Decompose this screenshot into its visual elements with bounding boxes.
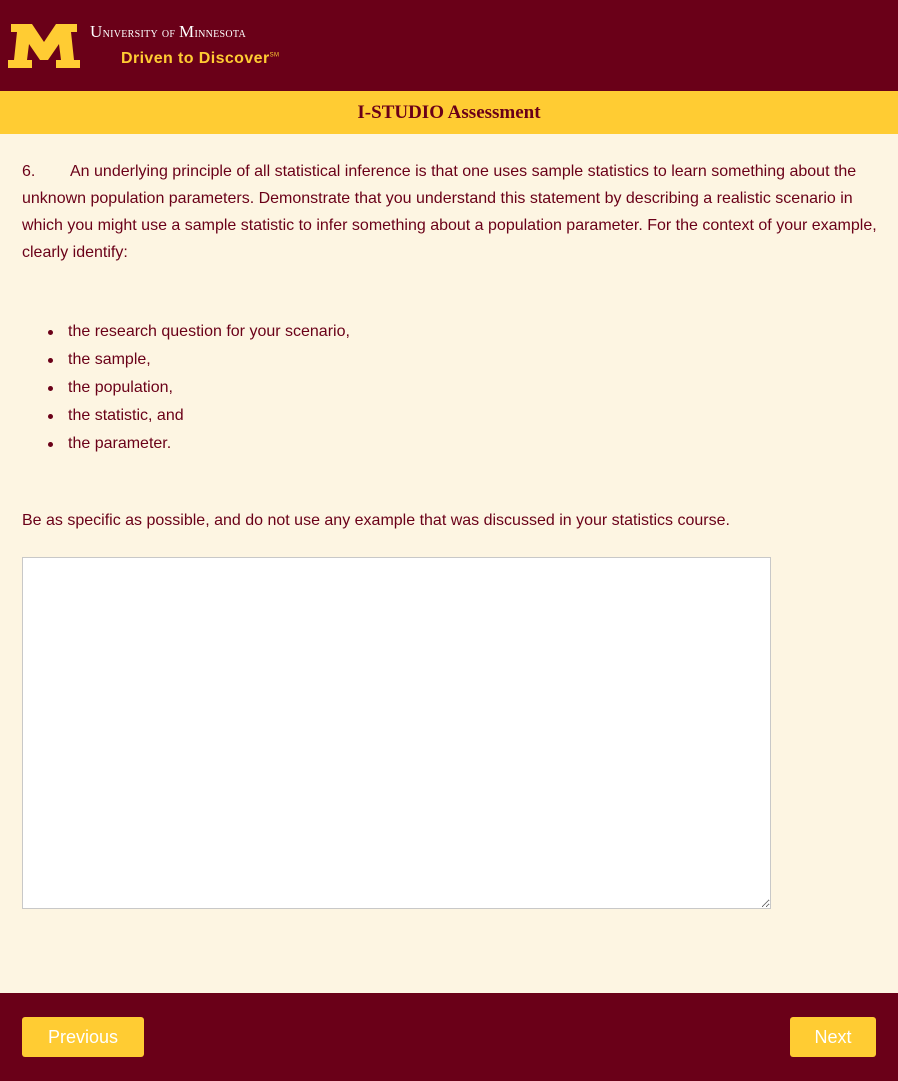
list-item: the statistic, and	[46, 402, 350, 430]
list-item: the sample,	[46, 346, 350, 374]
requirements-list: the research question for your scenario,…	[46, 318, 350, 458]
question-text: An underlying principle of all statistic…	[22, 163, 877, 261]
assessment-title-bar: I-STUDIO Assessment	[0, 91, 898, 134]
university-tagline: Driven to DiscoverSM	[121, 50, 280, 67]
page-title: I-STUDIO Assessment	[357, 102, 541, 123]
list-item: the parameter.	[46, 430, 350, 458]
next-button[interactable]: Next	[790, 1017, 876, 1057]
university-name: University of Minnesota	[90, 22, 247, 41]
previous-button[interactable]: Previous	[22, 1017, 144, 1057]
answer-textarea[interactable]	[22, 557, 771, 909]
university-m-logo-icon	[8, 24, 80, 68]
list-item: the research question for your scenario,	[46, 318, 350, 346]
question-number: 6.	[22, 163, 36, 180]
list-item: the population,	[46, 374, 350, 402]
question-prompt: 6. An underlying principle of all statist…	[22, 158, 882, 266]
question-instruction: Be as specific as possible, and do not u…	[22, 512, 730, 529]
site-header: University of Minnesota Driven to Discov…	[0, 0, 898, 91]
